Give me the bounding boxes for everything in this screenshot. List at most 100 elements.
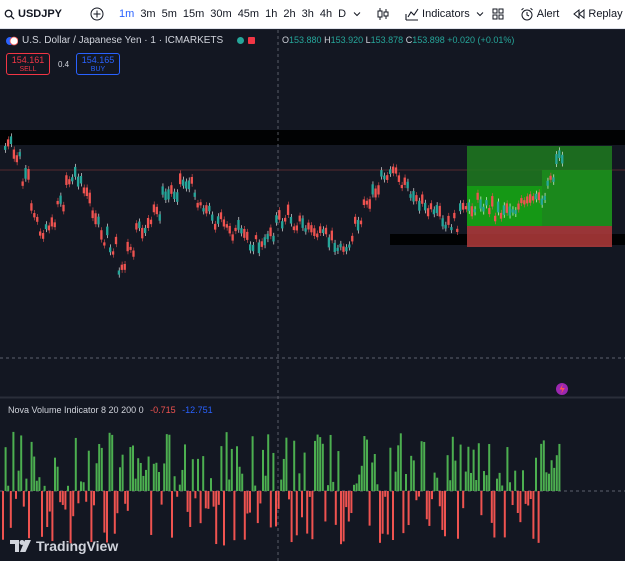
volume-bar xyxy=(462,491,465,509)
volume-bar xyxy=(295,491,298,536)
volume-bar xyxy=(142,475,145,491)
candle xyxy=(193,192,196,197)
volume-bar xyxy=(28,491,30,539)
volume-bar xyxy=(251,436,254,491)
volume-bar xyxy=(363,436,366,491)
volume-bar xyxy=(82,482,85,491)
volume-bar xyxy=(256,491,259,524)
candle xyxy=(144,227,147,234)
volume-bar xyxy=(350,491,353,514)
candle xyxy=(56,200,59,205)
candle xyxy=(424,202,427,211)
candle xyxy=(418,200,421,211)
volume-bar xyxy=(524,491,527,504)
volume-bar xyxy=(285,437,288,491)
volume-bar xyxy=(423,441,426,491)
tradingview-logo[interactable]: TradingView xyxy=(10,538,118,554)
volume-bar xyxy=(236,446,238,491)
candle xyxy=(120,264,123,270)
volume-bar xyxy=(17,470,20,491)
candle xyxy=(488,208,491,215)
instrument-name[interactable]: U.S. Dollar / Japanese Yen · 1 · ICMARKE… xyxy=(22,35,223,46)
volume-bar xyxy=(433,472,436,491)
candle xyxy=(540,198,543,205)
volume-bar xyxy=(132,445,134,491)
candle xyxy=(415,195,418,202)
candle xyxy=(88,192,91,204)
candle xyxy=(342,246,345,252)
candle xyxy=(406,181,409,189)
candle xyxy=(79,176,83,184)
volume-bar xyxy=(298,473,301,491)
volume-bar xyxy=(210,478,212,491)
volume-bar xyxy=(282,458,285,491)
volume-bar xyxy=(550,460,553,491)
candle xyxy=(47,225,51,231)
volume-bar xyxy=(269,491,272,528)
candle xyxy=(313,228,316,236)
volume-bar xyxy=(399,433,402,491)
volume-bar xyxy=(454,460,457,491)
volume-bar xyxy=(108,432,111,491)
volume-bar xyxy=(405,474,407,491)
volume-bar xyxy=(386,491,389,535)
volume-bar xyxy=(150,491,153,535)
volume-bar xyxy=(186,491,189,512)
candle xyxy=(132,250,135,257)
chart-legend: U.S. Dollar / Japanese Yen · 1 · ICMARKE… xyxy=(6,35,256,46)
volume-bar xyxy=(277,491,280,509)
volume-bar xyxy=(373,454,376,491)
candle xyxy=(380,170,383,177)
volume-bar xyxy=(259,491,262,504)
candle xyxy=(292,226,296,231)
volume-bar xyxy=(121,454,124,491)
candle xyxy=(447,215,450,225)
candle xyxy=(129,246,132,250)
ohlc-values: O153.880 H153.920 L153.878 C153.898 +0.0… xyxy=(282,35,515,45)
brand-name: TradingView xyxy=(36,538,119,554)
candle xyxy=(225,224,228,228)
candle xyxy=(106,226,109,236)
volume-bar xyxy=(4,447,7,491)
candle xyxy=(421,194,424,204)
volume-bar xyxy=(418,491,420,497)
volume-bar xyxy=(33,456,36,491)
candle xyxy=(68,179,71,185)
volume-bar xyxy=(311,491,314,540)
sell-button[interactable]: 154.161 SELL xyxy=(6,53,50,75)
candle xyxy=(514,210,517,215)
volume-bar xyxy=(207,491,210,509)
volume-bar xyxy=(176,491,179,497)
volume-bar xyxy=(228,479,231,491)
candle xyxy=(53,222,56,228)
volume-bar xyxy=(542,440,545,491)
candle xyxy=(214,223,217,230)
volume-bar xyxy=(230,448,233,491)
volume-bar xyxy=(7,485,10,491)
volume-bar xyxy=(165,434,168,491)
candle xyxy=(354,216,357,224)
volume-bar xyxy=(134,478,137,491)
volume-bar xyxy=(147,456,150,491)
candle xyxy=(205,205,208,214)
volume-bar xyxy=(511,491,514,506)
volume-bar xyxy=(306,491,309,534)
volume-bar xyxy=(272,452,275,491)
indicator-legend[interactable]: Nova Volume Indicator 8 20 200 0 -0.715 … xyxy=(8,405,213,415)
candle xyxy=(76,176,80,187)
volume-bar xyxy=(472,449,475,491)
volume-bar xyxy=(119,467,121,491)
volume-bar xyxy=(485,475,488,491)
volume-bar xyxy=(397,445,400,491)
buy-button[interactable]: 154.165 BUY xyxy=(76,53,120,75)
candle xyxy=(219,212,223,220)
volume-bar xyxy=(280,479,283,491)
candle xyxy=(348,244,351,248)
volume-bar xyxy=(178,484,181,491)
volume-bar xyxy=(158,472,160,491)
volume-bar xyxy=(95,463,98,491)
candle xyxy=(281,221,284,229)
candle xyxy=(377,185,380,195)
candle xyxy=(30,203,33,211)
volume-bar xyxy=(267,434,270,491)
